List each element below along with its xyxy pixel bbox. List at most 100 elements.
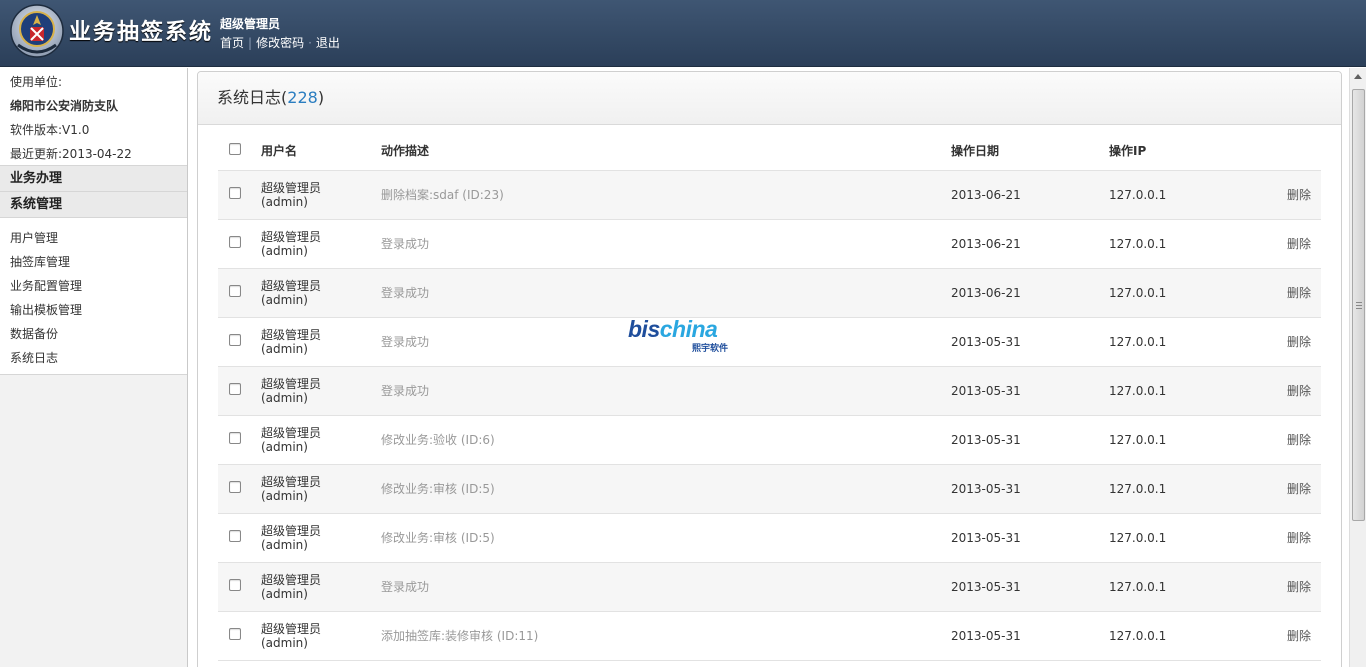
row-checkbox[interactable] [229,530,241,542]
top-header: 业务抽签系统 超级管理员 首页 | 修改密码 · 退出 [0,0,1366,67]
user-account: (admin) [261,586,308,601]
ip-cell: 127.0.0.1 [1109,415,1259,465]
software-version: 软件版本:V1.0 [10,123,90,137]
unit-label: 使用单位: [10,75,63,89]
sidebar-item-users[interactable]: 用户管理 [0,226,187,250]
table-header-row: 用户名 动作描述 操作日期 操作IP [218,132,1321,171]
ip-cell: 127.0.0.1 [1109,513,1259,563]
user-cell: 超级管理员 (admin) [261,415,381,465]
row-check-cell [218,562,261,612]
col-header-ip: 操作IP [1109,132,1259,171]
select-all-cell [218,132,261,171]
ip-cell: 127.0.0.1 [1109,366,1259,416]
sidebar-item-data-backup[interactable]: 数据备份 [0,322,187,346]
change-password-link[interactable]: 修改密码 [256,36,304,50]
user-cell: 超级管理员 (admin) [261,219,381,269]
date-cell: 2013-05-31 [951,611,1109,661]
last-updated: 最近更新:2013-04-22 [10,147,132,161]
date-cell: 2013-06-21 [951,170,1109,220]
ip-cell: 127.0.0.1 [1109,268,1259,318]
nav-section-system[interactable]: 系统管理 [0,192,187,218]
vertical-scrollbar[interactable] [1349,68,1366,667]
user-cell: 超级管理员 (admin) [261,170,381,220]
sidebar: 使用单位: 绵阳市公安消防支队 软件版本:V1.0 最近更新:2013-04-2… [0,68,188,667]
table-row: 超级管理员 (admin) 登录成功 2013-05-31 127.0.0.1 删除 [218,562,1321,612]
user-account: (admin) [261,439,308,454]
delete-link[interactable]: 删除 [1259,611,1321,661]
ip-cell: 127.0.0.1 [1109,611,1259,661]
table-row: 超级管理员 (admin) 修改业务:审核 (ID:5) 2013-05-31 127.… [218,513,1321,563]
action-cell: 添加抽签库:装修审核 (ID:11) [381,611,951,661]
row-checkbox[interactable] [229,628,241,640]
bischina-watermark: bischina 熙宇软件 [628,316,738,356]
delete-link[interactable]: 删除 [1259,317,1321,367]
user-account: (admin) [261,243,308,258]
sidebar-item-lottery-library[interactable]: 抽签库管理 [0,250,187,274]
user-name: 超级管理员 [261,327,322,342]
row-checkbox[interactable] [229,236,241,248]
action-cell: 登录成功 [381,562,951,612]
date-cell: 2013-06-21 [951,219,1109,269]
ip-cell: 127.0.0.1 [1109,464,1259,514]
sidebar-item-system-log[interactable]: 系统日志 [0,346,187,370]
user-name: 超级管理员 [261,572,322,587]
delete-link[interactable]: 删除 [1259,562,1321,612]
row-check-cell [218,611,261,661]
row-checkbox[interactable] [229,334,241,346]
row-checkbox[interactable] [229,481,241,493]
unit-name: 绵阳市公安消防支队 [10,99,119,113]
row-checkbox[interactable] [229,432,241,444]
grip-icon [1356,302,1362,309]
row-checkbox[interactable] [229,383,241,395]
col-header-action: 动作描述 [381,132,951,171]
ip-cell: 127.0.0.1 [1109,170,1259,220]
row-check-cell [218,366,261,416]
row-checkbox[interactable] [229,187,241,199]
sidebar-item-output-templates[interactable]: 输出模板管理 [0,298,187,322]
panel-title: 系统日志(228) [198,72,1341,125]
table-row: 超级管理员 (admin) 登录成功 2013-05-31 127.0.0.1 删除 [218,366,1321,416]
home-link[interactable]: 首页 [220,36,244,50]
table-row: 超级管理员 (admin) 修改业务:验收 (ID:6) 2013-05-31 127.… [218,415,1321,465]
delete-link[interactable]: 删除 [1259,170,1321,220]
delete-link[interactable]: 删除 [1259,219,1321,269]
user-account: (admin) [261,292,308,307]
log-count: 228 [287,88,318,107]
user-account: (admin) [261,194,308,209]
user-account: (admin) [261,537,308,552]
user-account: (admin) [261,488,308,503]
delete-link[interactable]: 删除 [1259,464,1321,514]
action-cell: 修改业务:审核 (ID:5) [381,464,951,514]
select-all-checkbox[interactable] [229,143,241,156]
date-cell: 2013-05-31 [951,317,1109,367]
table-row: 超级管理员 (admin) 删除档案:sdaf (ID:23) 2013-06-21 1… [218,170,1321,220]
user-name: 超级管理员 [261,474,322,489]
user-cell: 超级管理员 (admin) [261,611,381,661]
link-separator: | [248,36,253,50]
row-check-cell [218,317,261,367]
watermark-sub: 熙宇软件 [692,344,729,354]
table-row: 超级管理员 (admin) 登录成功 2013-06-21 127.0.0.1 删除 [218,268,1321,318]
action-cell: 修改业务:验收 (ID:6) [381,415,951,465]
delete-link[interactable]: 删除 [1259,268,1321,318]
link-separator: · [308,36,312,50]
sidebar-item-business-config[interactable]: 业务配置管理 [0,274,187,298]
row-check-cell [218,464,261,514]
user-cell: 超级管理员 (admin) [261,464,381,514]
user-account: (admin) [261,390,308,405]
delete-link[interactable]: 删除 [1259,366,1321,416]
scrollbar-thumb[interactable] [1352,89,1365,521]
unit-info: 使用单位: 绵阳市公安消防支队 软件版本:V1.0 最近更新:2013-04-2… [0,68,187,166]
delete-link[interactable]: 删除 [1259,513,1321,563]
date-cell: 2013-05-31 [951,464,1109,514]
user-name: 超级管理员 [261,621,322,636]
row-checkbox[interactable] [229,579,241,591]
date-cell: 2013-05-31 [951,513,1109,563]
logout-link[interactable]: 退出 [316,36,340,50]
row-check-cell [218,219,261,269]
nav-section-business[interactable]: 业务办理 [0,166,187,192]
scroll-up-arrow-icon[interactable] [1354,74,1362,79]
delete-link[interactable]: 删除 [1259,415,1321,465]
row-checkbox[interactable] [229,285,241,297]
log-table: 用户名 动作描述 操作日期 操作IP 超级管理员 (admin) 删除档案:sdaf… [218,132,1321,661]
